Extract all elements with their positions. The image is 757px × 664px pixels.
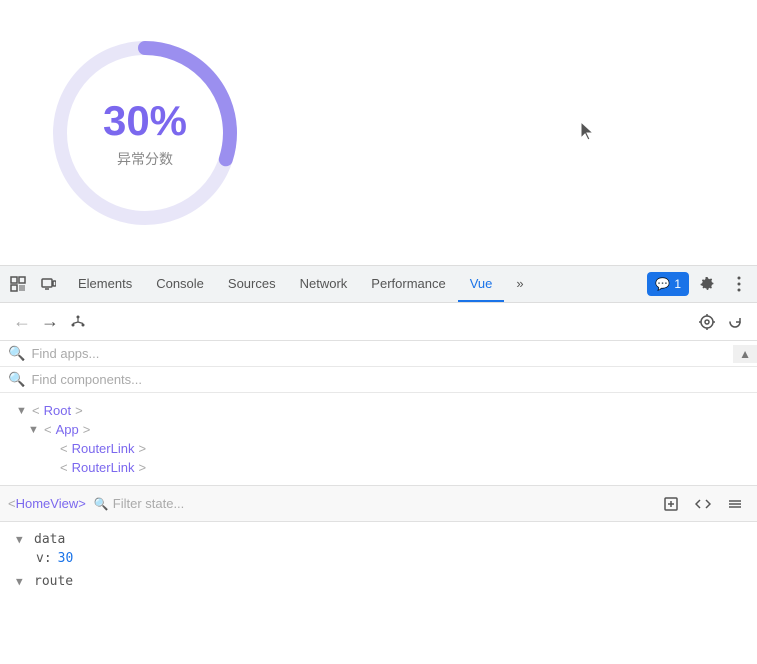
settings-btn[interactable] xyxy=(693,270,721,298)
v-key: v: xyxy=(36,551,52,566)
code-btn[interactable] xyxy=(689,490,717,518)
expand-btn[interactable] xyxy=(721,490,749,518)
inspect-element-btn[interactable] xyxy=(4,270,32,298)
app-arrow: ▼ xyxy=(28,424,40,436)
device-toolbar-btn[interactable] xyxy=(34,270,62,298)
bottom-icons xyxy=(657,490,749,518)
tab-console[interactable]: Console xyxy=(144,266,216,302)
scroll-up-btn[interactable]: ▲ xyxy=(733,345,757,363)
notifications-badge[interactable]: 💬 1 xyxy=(647,272,689,296)
chart-percent: 30% xyxy=(103,97,187,145)
tab-network[interactable]: Network xyxy=(288,266,360,302)
find-components-bar: 🔍 xyxy=(0,367,757,393)
rl1-tag: RouterLink xyxy=(72,441,135,456)
v-value: 30 xyxy=(58,551,74,566)
main-content: 30% 异常分数 xyxy=(0,0,757,265)
find-apps-bar: 🔍 xyxy=(0,341,757,367)
component-tree: ▼ <Root> ▼ <App> <RouterLink> <RouterLin… xyxy=(0,393,757,485)
data-toggle-arrow[interactable]: ▼ xyxy=(16,533,28,546)
rl2-tag: RouterLink xyxy=(72,460,135,475)
search-components-icon: 🔍 xyxy=(8,371,25,388)
toolbar-right: 💬 1 xyxy=(647,270,753,298)
forward-btn[interactable]: → xyxy=(36,308,64,336)
root-tag: Root xyxy=(44,403,71,418)
badge-count: 1 xyxy=(674,277,681,291)
find-apps-input[interactable] xyxy=(31,346,749,361)
tree-app[interactable]: ▼ <App> xyxy=(0,420,757,439)
chart-center: 30% 异常分数 xyxy=(103,97,187,169)
selected-component-tag: <HomeView> xyxy=(8,496,86,511)
bottom-toolbar: <HomeView> 🔍 xyxy=(0,486,757,522)
route-key: route xyxy=(34,574,73,589)
tab-elements[interactable]: Elements xyxy=(66,266,144,302)
refresh-btn[interactable] xyxy=(721,308,749,336)
filter-state-input[interactable] xyxy=(113,496,289,511)
tree-routerlink-2[interactable]: <RouterLink> xyxy=(0,458,757,477)
inspect-state-btn[interactable] xyxy=(657,490,685,518)
find-components-input[interactable] xyxy=(31,372,749,387)
search-apps-icon: 🔍 xyxy=(8,345,25,362)
tab-more[interactable]: » xyxy=(504,266,535,302)
tree-root[interactable]: ▼ <Root> xyxy=(0,401,757,420)
chart-container: 30% 异常分数 xyxy=(40,28,250,238)
bottom-panel: <HomeView> 🔍 xyxy=(0,485,757,599)
root-arrow: ▼ xyxy=(16,405,28,417)
tab-vue[interactable]: Vue xyxy=(458,266,505,302)
filter-section: 🔍 xyxy=(94,496,289,511)
target-btn[interactable] xyxy=(693,308,721,336)
tab-performance[interactable]: Performance xyxy=(359,266,457,302)
back-btn[interactable]: ← xyxy=(8,308,36,336)
devtools-toolbar: Elements Console Sources Network Perform… xyxy=(0,265,757,303)
vue-nav: ← → xyxy=(0,303,757,341)
badge-icon: 💬 xyxy=(655,277,670,291)
filter-search-icon: 🔍 xyxy=(94,497,109,511)
data-row-data: ▼ data xyxy=(16,530,741,549)
more-options-btn[interactable] xyxy=(725,270,753,298)
data-row-v: v: 30 xyxy=(36,549,741,568)
cursor-icon xyxy=(577,120,597,144)
data-section: ▼ data v: 30 ▼ route xyxy=(0,522,757,599)
toolbar-icons xyxy=(4,270,62,298)
chart-label: 异常分数 xyxy=(103,149,187,169)
component-tree-btn[interactable] xyxy=(64,308,92,336)
app-tag: App xyxy=(56,422,79,437)
tab-sources[interactable]: Sources xyxy=(216,266,288,302)
data-row-route: ▼ route xyxy=(16,572,741,591)
find-apps-section: 🔍 ▲ xyxy=(0,341,757,367)
devtools-tabs: Elements Console Sources Network Perform… xyxy=(66,266,647,302)
route-toggle-arrow[interactable]: ▼ xyxy=(16,575,28,588)
data-key-data: data xyxy=(34,532,65,547)
tree-routerlink-1[interactable]: <RouterLink> xyxy=(0,439,757,458)
